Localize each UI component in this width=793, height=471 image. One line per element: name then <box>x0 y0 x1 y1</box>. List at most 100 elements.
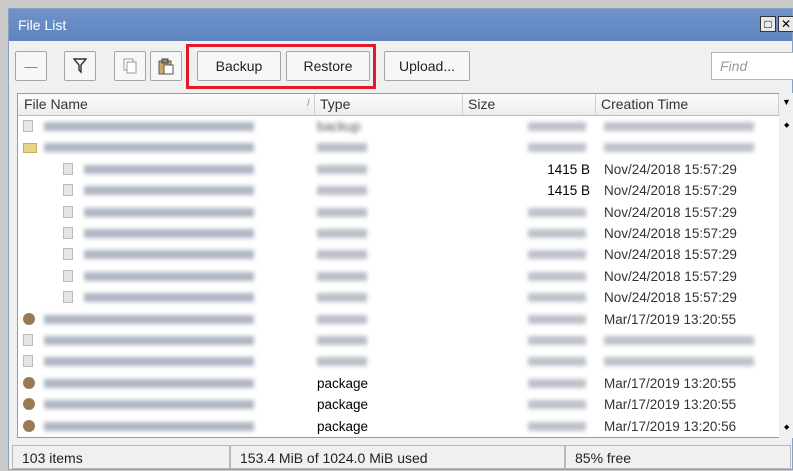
file-type: backup <box>317 119 361 134</box>
file-creation-time: Nov/24/2018 15:57:29 <box>604 247 737 263</box>
table-row[interactable] <box>18 137 785 158</box>
redacted-name <box>84 293 254 303</box>
file-type <box>317 336 367 345</box>
file-size <box>528 314 586 324</box>
redacted-name <box>84 271 254 281</box>
table-row[interactable] <box>18 351 785 372</box>
file-size <box>528 336 586 345</box>
file-type <box>317 357 367 367</box>
file-icon <box>23 355 33 368</box>
vertical-scrollbar[interactable]: ▼ ◆ ◆ <box>779 93 793 438</box>
minus-icon: — <box>24 58 38 74</box>
redacted-name <box>84 250 254 260</box>
sort-icon: / <box>307 98 310 109</box>
paste-icon <box>158 58 174 74</box>
file-creation-time: Mar/17/2019 13:20:56 <box>604 418 737 434</box>
column-header-type[interactable]: Type <box>320 96 350 112</box>
file-icon <box>63 248 73 261</box>
maximize-button[interactable]: □ <box>760 16 776 32</box>
table-row[interactable]: 1415 B Nov/24/2018 15:57:29 <box>18 159 785 180</box>
file-type: package <box>317 375 369 391</box>
file-creation-time: Mar/17/2019 13:20:55 <box>604 375 737 391</box>
file-icon <box>63 291 73 304</box>
table-row[interactable]: package Mar/17/2019 13:20:56 <box>18 416 785 437</box>
column-header-name[interactable]: File Name <box>24 96 88 112</box>
filter-icon <box>73 58 87 74</box>
package-icon <box>23 398 35 411</box>
file-size <box>528 250 586 260</box>
column-header-size[interactable]: Size <box>468 96 495 112</box>
window-title: File List <box>18 17 67 33</box>
redacted-name <box>84 207 254 217</box>
package-icon <box>23 419 35 432</box>
close-button[interactable]: ✕ <box>778 16 793 32</box>
file-size <box>528 229 586 238</box>
redacted-name <box>44 143 254 153</box>
upload-button[interactable]: Upload... <box>384 51 470 81</box>
table-row[interactable]: package Mar/17/2019 13:20:55 <box>18 394 785 415</box>
paste-button[interactable] <box>150 51 182 81</box>
column-separator[interactable] <box>314 94 315 115</box>
file-size <box>528 122 586 131</box>
table-row[interactable]: package Mar/17/2019 13:20:55 <box>18 373 785 394</box>
table-row[interactable]: backup <box>18 116 785 137</box>
file-creation-time <box>604 336 754 345</box>
scroll-marker-icon: ◆ <box>784 424 790 431</box>
redacted-name <box>84 164 254 174</box>
column-header-creation-time[interactable]: Creation Time <box>601 96 688 112</box>
table-row[interactable]: Nov/24/2018 15:57:29 <box>18 287 785 308</box>
file-size: 1415 B <box>547 161 590 177</box>
file-type <box>317 250 367 260</box>
file-creation-time: Mar/17/2019 13:20:55 <box>604 311 737 327</box>
redacted-name <box>44 357 254 367</box>
table-row[interactable]: Mar/17/2019 13:20:55 <box>18 309 785 330</box>
status-disk-used: 153.4 MiB of 1024.0 MiB used <box>230 445 565 469</box>
file-type <box>317 271 367 281</box>
folder-icon <box>23 143 37 154</box>
file-type <box>317 293 367 303</box>
table-row[interactable]: Nov/24/2018 15:57:29 <box>18 266 785 287</box>
redacted-name <box>44 400 254 410</box>
table-header: File Name / Type Size Creation Time <box>18 94 785 116</box>
highlight-box <box>186 44 376 89</box>
file-size <box>528 293 586 303</box>
file-icon <box>63 269 73 282</box>
file-type <box>317 186 367 196</box>
redacted-name <box>44 378 254 388</box>
file-size: 1415 B <box>547 183 590 199</box>
file-icon <box>23 334 33 346</box>
find-input[interactable]: Find <box>711 52 793 80</box>
file-icon <box>63 205 73 218</box>
column-separator[interactable] <box>462 94 463 115</box>
table-row[interactable]: Nov/24/2018 15:57:29 <box>18 244 785 265</box>
file-type <box>317 143 367 153</box>
redacted-name <box>84 186 254 196</box>
redacted-name <box>44 421 254 431</box>
table-row[interactable]: Nov/24/2018 15:57:29 <box>18 202 785 223</box>
table-row[interactable] <box>18 330 785 351</box>
file-size <box>528 271 586 281</box>
file-type <box>317 229 367 238</box>
file-creation-time: Mar/17/2019 13:20:55 <box>604 397 737 413</box>
toolbar: — Backup Restore Upload... Find <box>9 41 793 93</box>
redacted-name <box>84 229 254 238</box>
copy-button[interactable] <box>114 51 146 81</box>
scroll-up-icon[interactable]: ▼ <box>782 97 791 107</box>
table-row[interactable]: 1415 B Nov/24/2018 15:57:29 <box>18 180 785 201</box>
redacted-name <box>44 122 254 131</box>
file-icon <box>63 227 73 239</box>
title-bar[interactable]: File List □ ✕ <box>9 9 793 41</box>
filter-button[interactable] <box>64 51 96 81</box>
remove-button[interactable]: — <box>15 51 47 81</box>
file-type <box>317 207 367 217</box>
table-row[interactable]: Nov/24/2018 15:57:29 <box>18 223 785 244</box>
file-size <box>528 400 586 410</box>
status-free: 85% free <box>565 445 791 469</box>
file-size <box>528 378 586 388</box>
file-creation-time: Nov/24/2018 15:57:29 <box>604 161 737 177</box>
file-creation-time: Nov/24/2018 15:57:29 <box>604 226 737 241</box>
file-icon <box>23 120 33 132</box>
file-type: package <box>317 418 369 434</box>
column-separator[interactable] <box>595 94 596 115</box>
scroll-marker-icon: ◆ <box>784 122 790 129</box>
